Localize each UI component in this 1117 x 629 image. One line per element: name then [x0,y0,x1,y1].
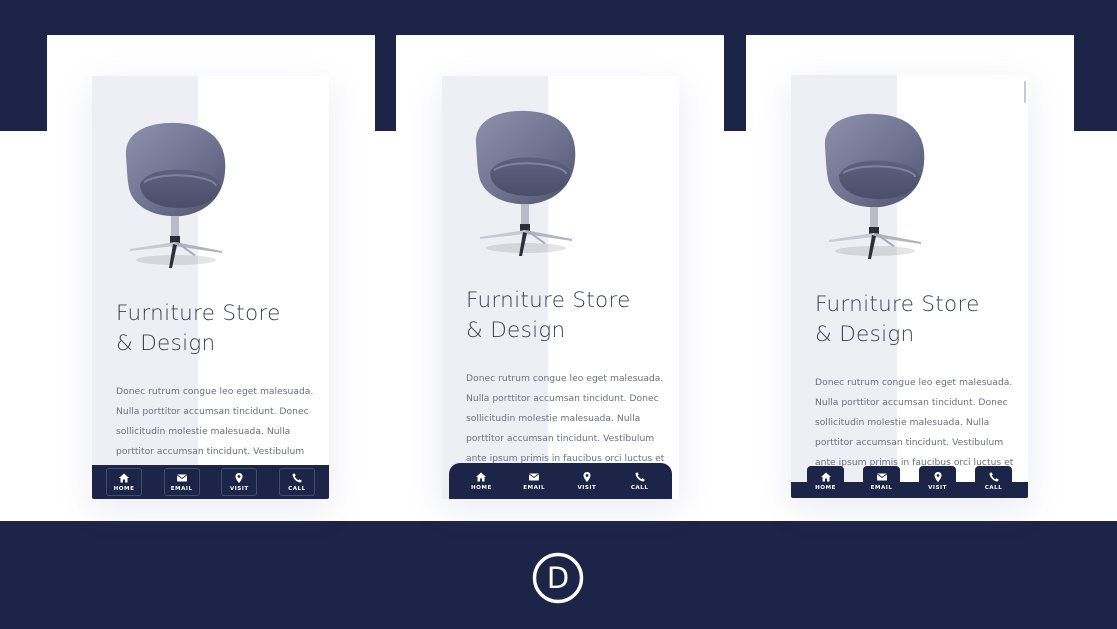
title-line: Furniture Store [116,301,281,326]
scrollbar-thumb[interactable] [1024,81,1026,103]
chair-image [110,120,240,272]
nav-label: EMAIL [170,486,193,492]
body-line: porttitor accumsan tincidunt. Vestibulum [466,433,655,444]
body-line: Nulla porttitor accumsan tincidunt. Done… [815,397,1008,408]
home-icon [475,471,487,483]
body-line: Nulla porttitor accumsan tincidunt. Done… [466,393,659,404]
nav-visit-button[interactable]: VISIT [919,466,956,496]
nav-label: HOME [815,485,836,491]
nav-home-button[interactable]: HOME [459,466,503,496]
phone-icon [634,471,646,483]
nav-label: EMAIL [523,485,546,491]
nav-label: CALL [288,486,306,492]
phone-icon [291,472,303,484]
logo-letter: D [546,561,570,595]
nav-label: EMAIL [870,485,893,491]
nav-label: CALL [984,485,1003,491]
body-line: porttitor accumsan tincidunt. Vestibulum [815,437,1004,448]
title-line: Furniture Store [466,288,631,313]
body-line: sollicitudin molestie malesuada. Nulla [466,413,641,424]
body-text: Donec rutrum congue leo eget malesuada. … [116,382,314,462]
title-line: Furniture Store [815,292,980,317]
nav-email-button[interactable]: EMAIL [163,468,200,496]
nav-label: VISIT [577,485,597,491]
nav-email-button[interactable]: EMAIL [512,466,556,496]
nav-label: VISIT [928,485,947,491]
phone-icon [988,471,1000,483]
body-line: Donec rutrum congue leo eget malesuada. [815,377,1013,388]
nav-label: HOME [113,486,135,492]
bottom-nav-bar: HOME EMAIL VISIT CALL [449,463,672,499]
nav-email-button[interactable]: EMAIL [863,466,900,496]
envelope-icon [176,472,188,484]
envelope-icon [876,471,888,483]
body-line: sollicitudin molestie malesuada. Nulla [116,426,291,437]
body-line: Nulla porttitor accumsan tincidunt. Done… [116,406,309,417]
nav-label: VISIT [229,486,249,492]
home-icon [820,471,832,483]
title-line: & Design [815,322,915,347]
body-text: Donec rutrum congue leo eget malesuada. … [466,369,664,469]
phone-mockup-2: Furniture Store & Design Donec rutrum co… [442,76,679,499]
map-pin-icon [233,472,245,484]
chair-image [809,111,939,263]
body-line: Donec rutrum congue leo eget malesuada. [116,386,314,397]
nav-call-button[interactable]: CALL [278,468,315,496]
body-line: porttitor accumsan tincidunt. Vestibulum [116,446,305,457]
body-line: sollicitudin molestie malesuada. Nulla [815,417,990,428]
envelope-icon [528,471,540,483]
nav-label: HOME [470,485,492,491]
nav-visit-button[interactable]: VISIT [221,468,258,496]
nav-visit-button[interactable]: VISIT [565,466,609,496]
home-icon [118,472,130,484]
nav-home-button[interactable]: HOME [807,466,844,496]
nav-call-button[interactable]: CALL [618,466,662,496]
page-title: Furniture Store & Design [466,286,676,346]
phone-mockup-3: Furniture Store & Design Donec rutrum co… [791,75,1028,498]
body-line: Donec rutrum congue leo eget malesuada. [466,373,664,384]
divi-logo: D [532,552,584,604]
nav-home-button[interactable]: HOME [106,468,142,496]
body-text: Donec rutrum congue leo eget malesuada. … [815,373,1013,473]
page-title: Furniture Store & Design [116,299,326,359]
phone-mockup-1: Furniture Store & Design Donec rutrum co… [92,76,329,499]
nav-label: CALL [630,485,649,491]
title-line: & Design [116,331,216,356]
bottom-nav-bar: HOME EMAIL VISIT CALL [92,465,329,499]
chair-image [460,108,590,260]
map-pin-icon [581,471,593,483]
title-line: & Design [466,318,566,343]
page-title: Furniture Store & Design [815,290,1025,350]
map-pin-icon [932,471,944,483]
nav-call-button[interactable]: CALL [975,466,1012,496]
bottom-nav-bar: HOME EMAIL VISIT CALL [791,464,1028,498]
